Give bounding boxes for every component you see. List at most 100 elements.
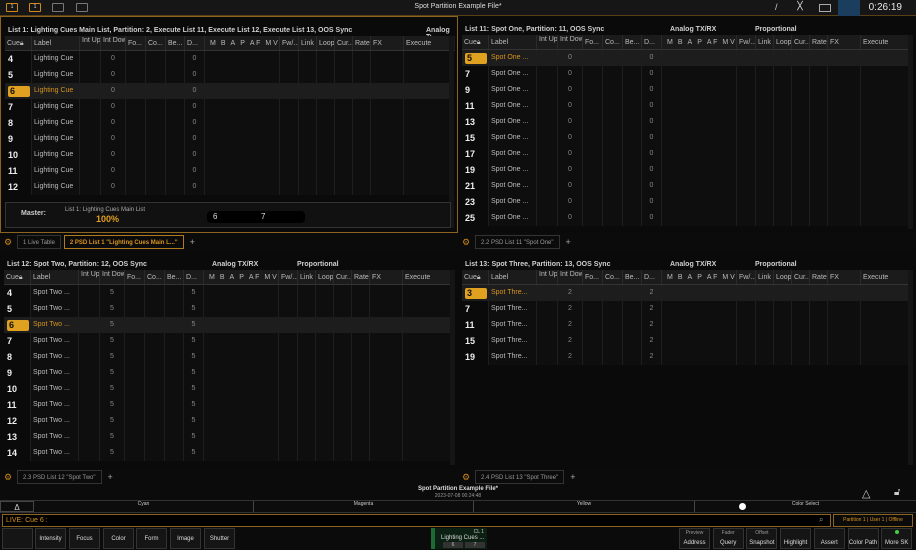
cell-int-up[interactable]: [537, 98, 558, 114]
table-row[interactable]: 23 Spot One ... 0 0: [462, 194, 912, 210]
cue-number[interactable]: 10: [5, 147, 32, 163]
cell-int-down[interactable]: 2: [558, 285, 583, 301]
cell[interactable]: [299, 51, 317, 67]
cell-int-down[interactable]: 2: [558, 301, 583, 317]
cell[interactable]: [404, 67, 452, 83]
cell[interactable]: [370, 413, 403, 429]
cell-duration[interactable]: 2: [642, 333, 662, 349]
softkey-color[interactable]: Color: [103, 528, 134, 549]
cue-number[interactable]: 4: [4, 285, 31, 301]
cell-int-up[interactable]: [537, 130, 558, 146]
cell[interactable]: [792, 210, 810, 226]
header-fw[interactable]: Fw/...: [280, 36, 299, 50]
cell[interactable]: [370, 381, 403, 397]
gear-icon[interactable]: ⚙: [460, 237, 472, 248]
cell[interactable]: [316, 429, 334, 445]
cell[interactable]: [146, 115, 166, 131]
cell[interactable]: [861, 146, 909, 162]
cell-duration[interactable]: 0: [185, 83, 205, 99]
cell[interactable]: [370, 349, 403, 365]
header-int-up[interactable]: Int Up: [537, 35, 558, 49]
cell[interactable]: [334, 413, 352, 429]
cell[interactable]: [370, 285, 403, 301]
header-rate[interactable]: Rate: [353, 36, 371, 50]
header-int-up[interactable]: Int Up: [80, 36, 101, 50]
cell[interactable]: [603, 333, 623, 349]
cell-int-down[interactable]: 0: [558, 50, 583, 66]
cell[interactable]: [204, 413, 279, 429]
cell-int-down[interactable]: 5: [100, 349, 125, 365]
cell[interactable]: [334, 349, 352, 365]
cell-int-down[interactable]: 0: [558, 162, 583, 178]
cell[interactable]: [352, 285, 370, 301]
header-cur[interactable]: Cur...: [335, 36, 353, 50]
cell[interactable]: [623, 82, 642, 98]
cue-label[interactable]: Lighting Cue: [32, 163, 80, 179]
cue-label[interactable]: Spot Two ...: [31, 285, 79, 301]
cell-duration[interactable]: 0: [185, 115, 205, 131]
cell[interactable]: [774, 285, 792, 301]
add-tab-button[interactable]: +: [566, 237, 571, 247]
cell[interactable]: [335, 163, 353, 179]
cell[interactable]: [352, 365, 370, 381]
cell[interactable]: [145, 381, 165, 397]
header-label[interactable]: Label: [489, 270, 537, 284]
cue-label[interactable]: Spot One ...: [489, 82, 537, 98]
cell[interactable]: [774, 50, 792, 66]
header-cue[interactable]: Cue🔒︎: [4, 270, 31, 284]
cell-duration[interactable]: 0: [185, 163, 205, 179]
cell[interactable]: [146, 179, 166, 195]
cell[interactable]: [370, 333, 403, 349]
cue-label[interactable]: Spot Two ...: [31, 445, 79, 461]
cell[interactable]: [774, 333, 792, 349]
cell[interactable]: [861, 98, 909, 114]
cell[interactable]: [205, 99, 280, 115]
cell[interactable]: [204, 445, 279, 461]
cell[interactable]: [603, 317, 623, 333]
cell[interactable]: [861, 301, 909, 317]
table-row[interactable]: 6 Spot Two ... 5 5: [4, 317, 454, 333]
cell-int-down[interactable]: 0: [558, 66, 583, 82]
cue-label[interactable]: Spot Thre...: [489, 285, 537, 301]
cell[interactable]: [756, 285, 774, 301]
cell[interactable]: [828, 317, 861, 333]
header-cur[interactable]: Cur...: [792, 35, 810, 49]
header-d[interactable]: D...: [185, 36, 205, 50]
cell[interactable]: [204, 301, 279, 317]
cell[interactable]: [353, 67, 371, 83]
cell[interactable]: [205, 67, 280, 83]
cell[interactable]: [370, 317, 403, 333]
cell-duration[interactable]: 5: [184, 397, 204, 413]
header-fo[interactable]: Fo...: [583, 35, 603, 49]
cell-duration[interactable]: 0: [642, 66, 662, 82]
cell[interactable]: [298, 429, 316, 445]
cell[interactable]: [404, 147, 452, 163]
cue-label[interactable]: Spot One ...: [489, 178, 537, 194]
cell[interactable]: [583, 66, 603, 82]
cell[interactable]: [403, 429, 451, 445]
cell[interactable]: [737, 301, 756, 317]
cell[interactable]: [279, 285, 298, 301]
cell[interactable]: [603, 146, 623, 162]
softkey-more-sk[interactable]: More SK: [881, 528, 913, 549]
cue-label[interactable]: Spot One ...: [489, 210, 537, 226]
cell[interactable]: [404, 115, 452, 131]
cell[interactable]: [737, 210, 756, 226]
cell[interactable]: [623, 285, 642, 301]
cell[interactable]: [166, 115, 185, 131]
cell-duration[interactable]: 5: [184, 301, 204, 317]
cell[interactable]: [166, 51, 185, 67]
cell[interactable]: [737, 349, 756, 365]
cell[interactable]: [737, 98, 756, 114]
cell-duration[interactable]: 5: [184, 413, 204, 429]
table-row[interactable]: 10 Spot Two ... 5 5: [4, 381, 454, 397]
cell[interactable]: [334, 381, 352, 397]
cell[interactable]: [316, 445, 334, 461]
cell[interactable]: [756, 333, 774, 349]
cell[interactable]: [828, 178, 861, 194]
cell[interactable]: [861, 114, 909, 130]
cell[interactable]: [280, 163, 299, 179]
delta-icon[interactable]: Δ: [0, 501, 34, 512]
cell-int-up[interactable]: [537, 50, 558, 66]
header-fx[interactable]: FX: [828, 35, 861, 49]
